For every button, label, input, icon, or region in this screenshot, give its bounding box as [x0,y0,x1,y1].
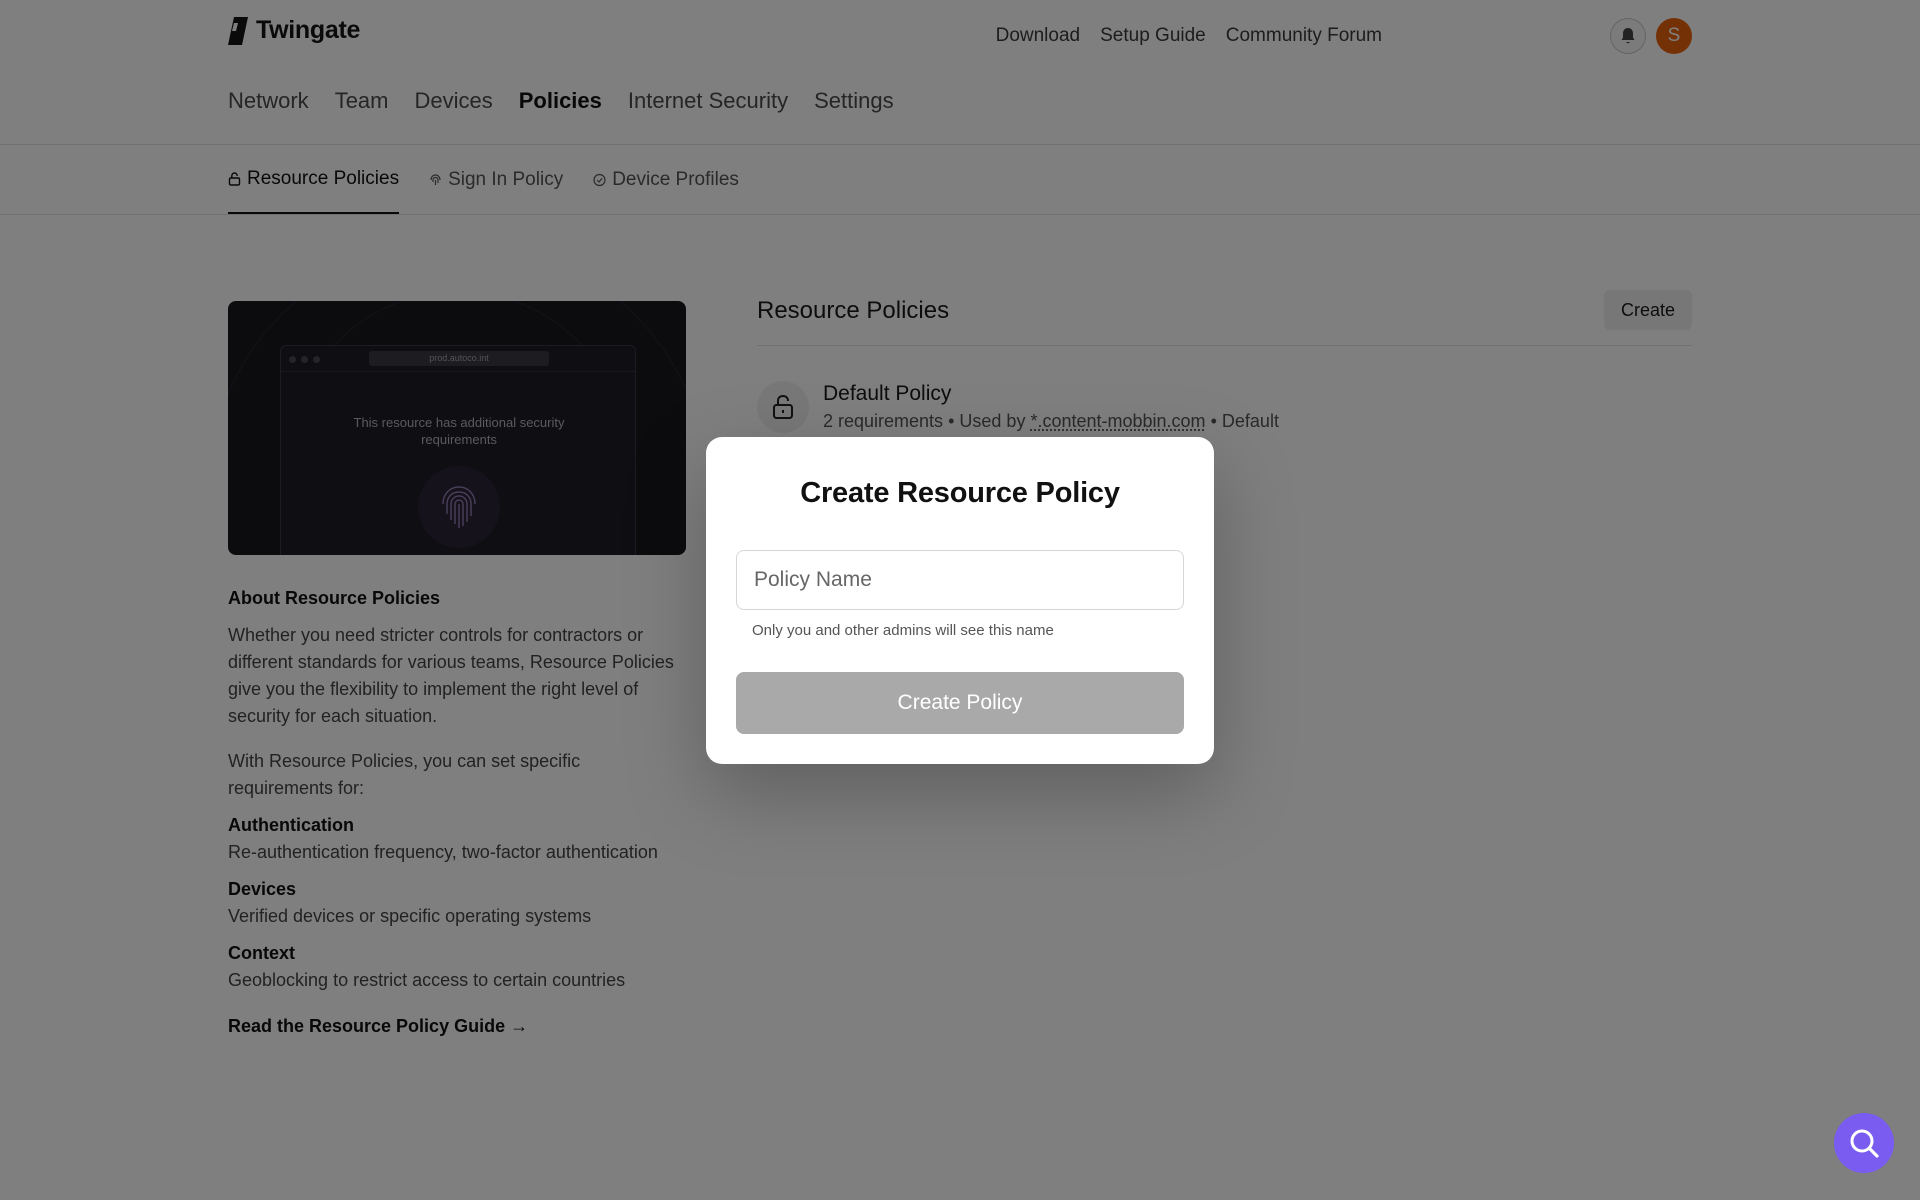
modal-title: Create Resource Policy [800,477,1120,509]
create-policy-modal: Create Resource Policy Only you and othe… [706,437,1214,764]
search-icon [1850,1129,1879,1158]
help-search-button[interactable] [1834,1113,1894,1173]
create-policy-button[interactable]: Create Policy [736,672,1184,734]
policy-name-input[interactable] [736,550,1184,610]
policy-name-hint: Only you and other admins will see this … [752,622,1054,639]
